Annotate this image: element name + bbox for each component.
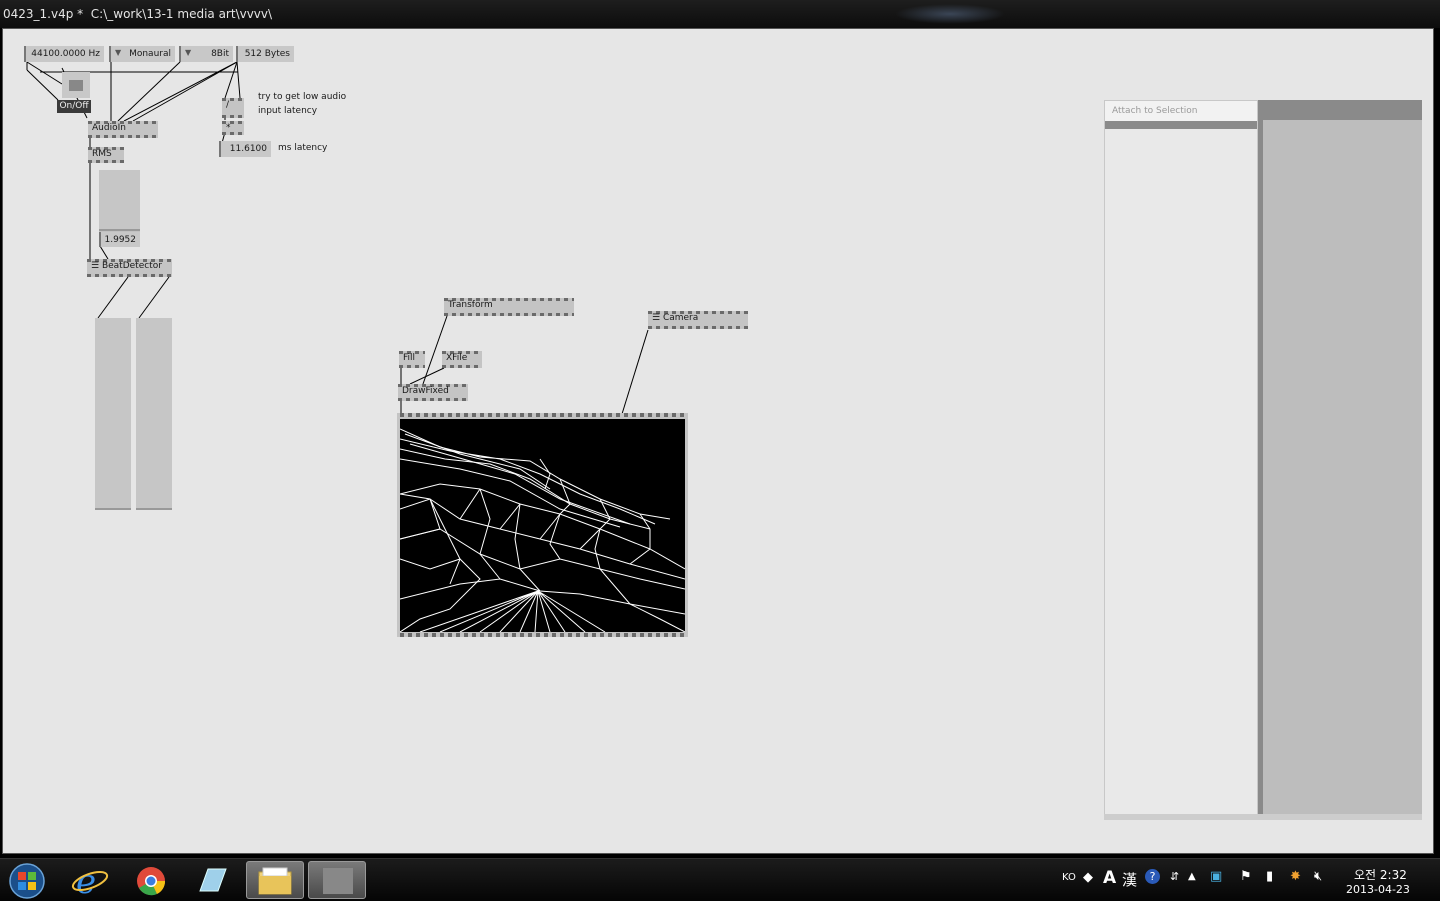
buffer-iobox[interactable]: 512 Bytes — [236, 46, 294, 62]
inspector-bar — [1105, 121, 1257, 129]
drawfixed-label: DrawFixed — [402, 386, 449, 396]
channels-dropdown[interactable]: ▼ Monaural — [109, 46, 175, 62]
inspector-values-panel[interactable] — [1258, 100, 1422, 816]
rms-value-iobox[interactable]: 1.9952 — [99, 232, 140, 247]
multiply-node[interactable]: * — [222, 121, 244, 135]
vvvv-app-icon — [323, 868, 353, 894]
language-indicator[interactable]: KO — [1062, 872, 1076, 883]
subpatch-icon: ☰ — [91, 261, 102, 271]
fill-node[interactable]: Fill — [399, 351, 425, 368]
taskbar-vvvv[interactable] — [308, 861, 366, 899]
start-button[interactable] — [2, 861, 52, 899]
divide-node[interactable]: / — [222, 98, 244, 118]
transform-node[interactable]: Transform — [444, 298, 574, 316]
chrome-icon — [137, 867, 166, 896]
rms-label: RMS — [92, 149, 112, 159]
buffer-value: 512 Bytes — [244, 49, 290, 59]
windows-orb-icon — [9, 863, 45, 899]
beat-slider-2[interactable] — [136, 318, 172, 510]
action-center-flag-icon[interactable]: ⚑ — [1240, 869, 1252, 884]
latency-iobox[interactable]: 11.6100 — [219, 141, 271, 157]
inspector-bottom-bar — [1104, 814, 1422, 820]
inspector-values-header — [1263, 100, 1422, 120]
audioin-node[interactable]: AudioIn — [88, 121, 158, 138]
notepad-icon — [199, 868, 227, 892]
transform-label: Transform — [448, 300, 493, 310]
renderer-window[interactable] — [397, 413, 688, 637]
bitdepth-value: 8Bit — [211, 49, 229, 59]
battery-icon[interactable]: ▮ — [1266, 869, 1273, 884]
taskbar: e KO ◆ A 漢 ? ⇵ ▲ ▣ ⚑ ▮ ✸ 🔇︎ 오전 2:32 2013… — [0, 858, 1440, 901]
ms-latency-comment: ms latency — [278, 143, 328, 153]
help-icon[interactable]: ? — [1145, 869, 1160, 884]
beat-slider-1[interactable] — [95, 318, 131, 510]
ime-icon[interactable]: ◆ — [1083, 870, 1093, 885]
channels-value: Monaural — [129, 49, 171, 59]
bitdepth-dropdown[interactable]: ▼ 8Bit — [179, 46, 233, 62]
tray-app-icon[interactable]: ▣ — [1210, 869, 1222, 884]
samplerate-value: 44100.0000 Hz — [31, 49, 100, 59]
audioin-label: AudioIn — [92, 123, 126, 133]
rms-slider[interactable] — [99, 170, 140, 234]
internet-explorer-icon: e — [71, 862, 109, 899]
volume-muted-icon[interactable]: 🔇︎ — [1314, 869, 1322, 884]
window-title: 0423_1.v4p * C:\_work\13-1 media art\vvv… — [3, 7, 273, 21]
xfile-label: XFile — [446, 353, 468, 363]
clock-time[interactable]: 오전 2:32 — [1354, 866, 1407, 883]
window-controls[interactable] — [895, 4, 1005, 24]
ime-hanja-mode[interactable]: 漢 — [1122, 869, 1137, 890]
inspector-panel[interactable]: Attach to Selection — [1104, 100, 1258, 816]
show-hidden-icons-icon[interactable]: ▲ — [1188, 871, 1196, 882]
chevron-down-icon: ▼ — [185, 48, 192, 57]
clock-date[interactable]: 2013-04-23 — [1346, 883, 1410, 896]
latency-comment: try to get low audio input latency — [258, 92, 347, 116]
subpatch-icon: ☰ — [652, 313, 663, 323]
drawfixed-node[interactable]: DrawFixed — [398, 384, 468, 401]
taskbar-notepad[interactable] — [184, 861, 242, 899]
beatdetector-node[interactable]: ☰ BeatDetector — [87, 259, 172, 277]
svg-text:e: e — [76, 862, 96, 899]
taskbar-chrome[interactable] — [122, 861, 180, 899]
folder-icon — [258, 867, 292, 895]
divide-label: / — [226, 100, 230, 110]
chevron-down-icon: ▼ — [115, 48, 122, 57]
samplerate-iobox[interactable]: 44100.0000 Hz — [24, 46, 104, 62]
toggle-label: On/Off — [57, 100, 91, 113]
beatdetector-label: ☰ BeatDetector — [91, 261, 162, 271]
camera-node[interactable]: ☰ Camera — [648, 311, 748, 329]
xfile-node[interactable]: XFile — [442, 351, 482, 368]
taskbar-explorer[interactable] — [246, 861, 304, 899]
latency-value: 11.6100 — [229, 144, 267, 154]
title-bar: 0423_1.v4p * C:\_work\13-1 media art\vvv… — [0, 0, 1440, 28]
inspector-header[interactable]: Attach to Selection — [1105, 101, 1257, 121]
camera-label: ☰ Camera — [652, 313, 699, 323]
rms-value: 1.9952 — [104, 235, 137, 245]
wireframe-mesh — [400, 428, 685, 632]
taskbar-ie[interactable]: e — [62, 861, 120, 899]
network-icon[interactable]: ✸ — [1290, 869, 1301, 884]
fill-label: Fill — [403, 353, 416, 363]
multiply-label: * — [226, 123, 231, 133]
ime-options-icon[interactable]: ⇵ — [1170, 870, 1179, 883]
on-off-toggle[interactable] — [62, 72, 90, 98]
rms-node[interactable]: RMS — [88, 147, 124, 163]
ime-alpha-mode[interactable]: A — [1103, 868, 1116, 888]
toggle-indicator — [69, 80, 83, 91]
